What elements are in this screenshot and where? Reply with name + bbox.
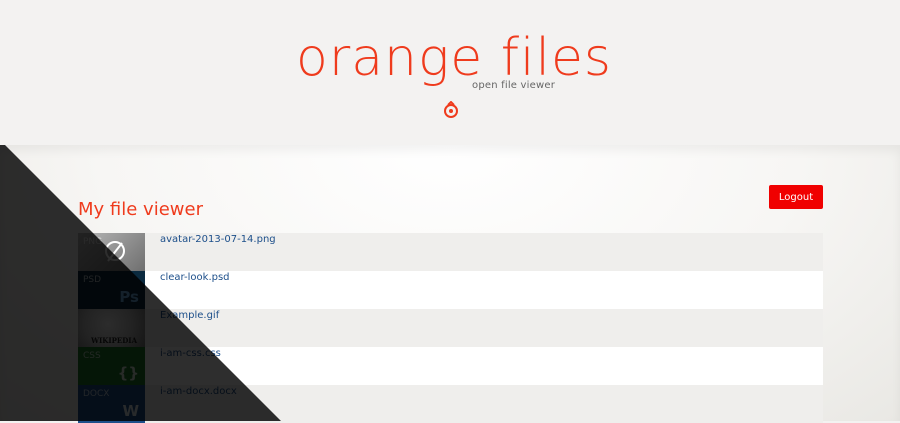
file-row[interactable]: CSS {} i-am-css.css <box>78 347 823 385</box>
css-braces-icon: CSS {} <box>78 347 145 385</box>
file-type-label: CSS <box>83 351 101 361</box>
orange-logo-mark-icon <box>444 101 458 118</box>
file-link[interactable]: avatar-2013-07-14.png <box>160 234 276 245</box>
file-link[interactable]: i-am-css.css <box>160 348 221 359</box>
file-glyph: {} <box>117 364 139 382</box>
file-glyph: WIKIPEDIA <box>91 336 137 345</box>
logout-button[interactable]: Logout <box>769 185 823 209</box>
file-row[interactable]: WIKIPEDIA Example.gif <box>78 309 823 347</box>
image-thumbnail-icon: PNG <box>78 233 145 271</box>
file-list: PNG avatar-2013-07-14.png PSD Ps clear-l… <box>78 233 823 423</box>
page-title: My file viewer <box>78 199 203 220</box>
word-document-icon: DOCX W <box>78 385 145 423</box>
wikipedia-globe-icon: WIKIPEDIA <box>78 309 145 347</box>
logo-text[interactable]: orange files <box>296 28 612 88</box>
header: orange files open file viewer <box>0 0 900 145</box>
file-glyph: W <box>122 402 139 420</box>
file-row[interactable]: PNG avatar-2013-07-14.png <box>78 233 823 271</box>
file-row[interactable]: DOCX W i-am-docx.docx <box>78 385 823 423</box>
file-glyph: Ps <box>119 288 139 306</box>
photoshop-icon: PSD Ps <box>78 271 145 309</box>
file-type-label: DOCX <box>83 389 110 399</box>
tagline: open file viewer <box>472 80 556 91</box>
file-link[interactable]: Example.gif <box>160 310 219 321</box>
file-row[interactable]: PSD Ps clear-look.psd <box>78 271 823 309</box>
file-link[interactable]: i-am-docx.docx <box>160 386 237 397</box>
file-type-label: PSD <box>83 275 102 285</box>
file-link[interactable]: clear-look.psd <box>160 272 230 283</box>
